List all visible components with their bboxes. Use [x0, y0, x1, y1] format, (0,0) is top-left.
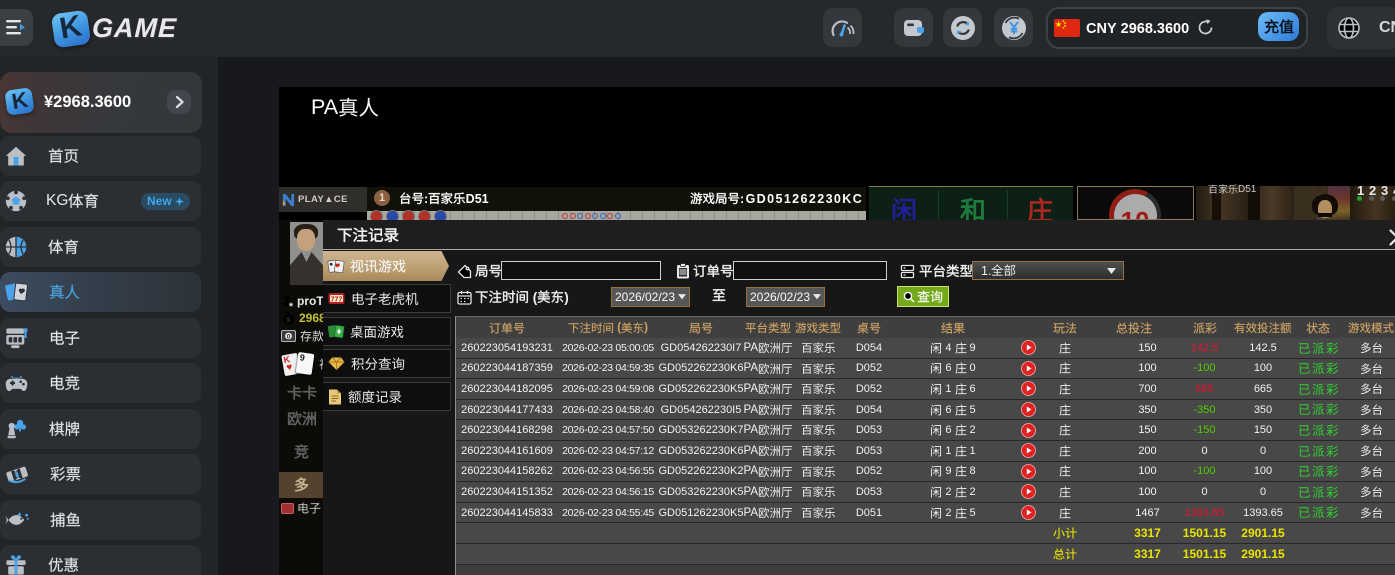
svg-text:777: 777 [331, 296, 343, 303]
